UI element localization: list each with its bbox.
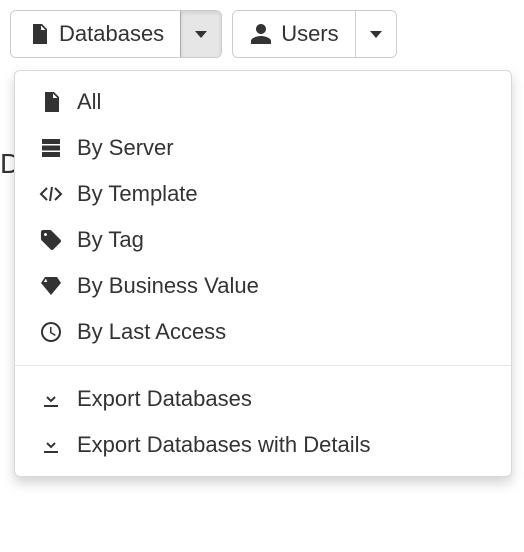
menu-divider [15,365,511,366]
menu-item-label: By Template [77,181,198,207]
file-icon [27,22,51,46]
menu-item-label: Export Databases with Details [77,432,370,458]
file-icon [39,90,63,114]
menu-item-by-template[interactable]: By Template [15,171,511,217]
menu-item-label: Export Databases [77,386,252,412]
menu-item-export-databases-details[interactable]: Export Databases with Details [15,422,511,468]
menu-item-label: By Business Value [77,273,259,299]
menu-item-by-server[interactable]: By Server [15,125,511,171]
menu-item-export-databases[interactable]: Export Databases [15,376,511,422]
menu-item-label: By Last Access [77,319,226,345]
menu-item-label: All [77,89,101,115]
users-button-group: Users [232,10,396,58]
user-icon [249,22,273,46]
databases-dropdown-menu: All By Server By Template By Tag By Busi… [14,70,512,477]
server-icon [39,136,63,160]
users-button[interactable]: Users [233,11,354,57]
menu-item-by-business-value[interactable]: By Business Value [15,263,511,309]
code-icon [39,182,63,206]
databases-button[interactable]: Databases [11,11,180,57]
toolbar: Databases Users [10,10,514,58]
clock-icon [39,320,63,344]
databases-button-group: Databases [10,10,222,58]
users-dropdown-toggle[interactable] [355,11,396,57]
databases-dropdown-toggle[interactable] [180,11,221,57]
menu-item-label: By Tag [77,227,144,253]
caret-down-icon [195,31,207,38]
diamond-icon [39,274,63,298]
download-icon [39,387,63,411]
users-label: Users [281,21,338,47]
menu-item-by-tag[interactable]: By Tag [15,217,511,263]
menu-item-label: By Server [77,135,174,161]
tag-icon [39,228,63,252]
caret-down-icon [370,31,382,38]
download-icon [39,433,63,457]
databases-label: Databases [59,21,164,47]
menu-item-by-last-access[interactable]: By Last Access [15,309,511,355]
menu-item-all[interactable]: All [15,79,511,125]
